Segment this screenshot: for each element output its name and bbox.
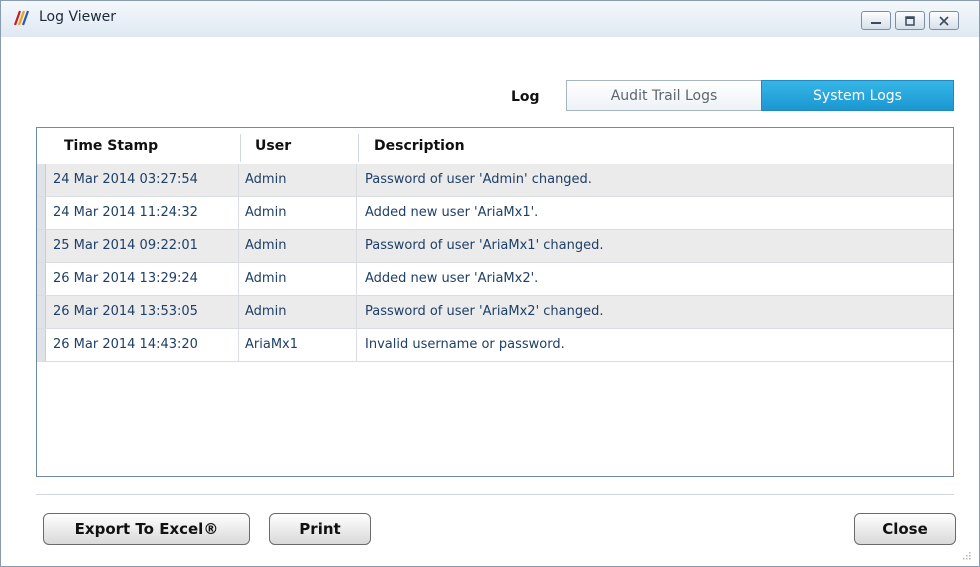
table-row[interactable]: 24 Mar 2014 11:24:32 Admin Added new use… xyxy=(37,197,953,230)
cell-user: Admin xyxy=(245,238,287,253)
cell-description: Password of user 'AriaMx1' changed. xyxy=(365,238,604,253)
cell-divider xyxy=(238,197,239,229)
log-viewer-app-icon xyxy=(13,10,30,26)
cell-timestamp: 26 Mar 2014 13:53:05 xyxy=(53,304,198,319)
tab-audit-trail-logs[interactable]: Audit Trail Logs xyxy=(566,80,761,111)
column-header-description[interactable]: Description xyxy=(374,128,465,164)
column-separator[interactable] xyxy=(358,134,359,162)
cell-timestamp: 26 Mar 2014 14:43:20 xyxy=(53,337,198,352)
column-separator[interactable] xyxy=(240,134,241,162)
title-bar[interactable]: Log Viewer xyxy=(1,1,979,37)
footer-divider xyxy=(36,494,954,495)
row-selector[interactable] xyxy=(37,329,46,361)
cell-divider xyxy=(356,230,357,262)
grid-header: Time Stamp User Description xyxy=(37,128,953,165)
window-title: Log Viewer xyxy=(39,9,117,25)
cell-description: Password of user 'AriaMx2' changed. xyxy=(365,304,604,319)
column-header-timestamp[interactable]: Time Stamp xyxy=(64,128,158,164)
table-row[interactable]: 25 Mar 2014 09:22:01 Admin Password of u… xyxy=(37,230,953,263)
cell-divider xyxy=(238,263,239,295)
maximize-button[interactable] xyxy=(895,11,925,30)
cell-description: Password of user 'Admin' changed. xyxy=(365,172,592,187)
cell-divider xyxy=(238,329,239,361)
cell-user: Admin xyxy=(245,271,287,286)
cell-divider xyxy=(356,263,357,295)
cell-description: Added new user 'AriaMx2'. xyxy=(365,271,539,286)
cell-divider xyxy=(238,164,239,196)
cell-divider xyxy=(356,164,357,196)
table-row[interactable]: 26 Mar 2014 13:29:24 Admin Added new use… xyxy=(37,263,953,296)
row-selector[interactable] xyxy=(37,296,46,328)
row-selector[interactable] xyxy=(37,197,46,229)
row-selector[interactable] xyxy=(37,164,46,196)
cell-user: Admin xyxy=(245,205,287,220)
cell-divider xyxy=(356,296,357,328)
export-to-excel-button[interactable]: Export To Excel® xyxy=(43,513,250,545)
cell-divider xyxy=(238,230,239,262)
log-grid[interactable]: Time Stamp User Description 24 Mar 2014 … xyxy=(36,127,954,477)
minimize-button[interactable] xyxy=(861,11,891,30)
cell-timestamp: 24 Mar 2014 03:27:54 xyxy=(53,172,198,187)
cell-description: Invalid username or password. xyxy=(365,337,565,352)
cell-user: Admin xyxy=(245,172,287,187)
cell-divider xyxy=(238,296,239,328)
minimize-icon xyxy=(871,22,881,24)
row-selector[interactable] xyxy=(37,263,46,295)
cell-timestamp: 25 Mar 2014 09:22:01 xyxy=(53,238,198,253)
cell-timestamp: 26 Mar 2014 13:29:24 xyxy=(53,271,198,286)
close-icon xyxy=(939,16,949,26)
close-button[interactable]: Close xyxy=(854,513,956,545)
maximize-icon xyxy=(905,16,915,26)
cell-user: Admin xyxy=(245,304,287,319)
row-selector[interactable] xyxy=(37,230,46,262)
cell-description: Added new user 'AriaMx1'. xyxy=(365,205,539,220)
column-header-user[interactable]: User xyxy=(255,128,291,164)
cell-user: AriaMx1 xyxy=(245,337,298,352)
grid-rows: 24 Mar 2014 03:27:54 Admin Password of u… xyxy=(37,164,953,362)
table-row[interactable]: 26 Mar 2014 13:53:05 Admin Password of u… xyxy=(37,296,953,329)
log-label: Log xyxy=(511,89,540,105)
print-button[interactable]: Print xyxy=(269,513,371,545)
table-row[interactable]: 24 Mar 2014 03:27:54 Admin Password of u… xyxy=(37,164,953,197)
resize-grip-icon[interactable] xyxy=(961,550,971,560)
cell-timestamp: 24 Mar 2014 11:24:32 xyxy=(53,205,198,220)
log-viewer-window: Log Viewer Log Audit Trail Logs System L… xyxy=(0,0,980,567)
cell-divider xyxy=(356,329,357,361)
window-close-button[interactable] xyxy=(929,11,959,30)
cell-divider xyxy=(356,197,357,229)
tab-system-logs[interactable]: System Logs xyxy=(761,80,954,111)
table-row[interactable]: 26 Mar 2014 14:43:20 AriaMx1 Invalid use… xyxy=(37,329,953,362)
